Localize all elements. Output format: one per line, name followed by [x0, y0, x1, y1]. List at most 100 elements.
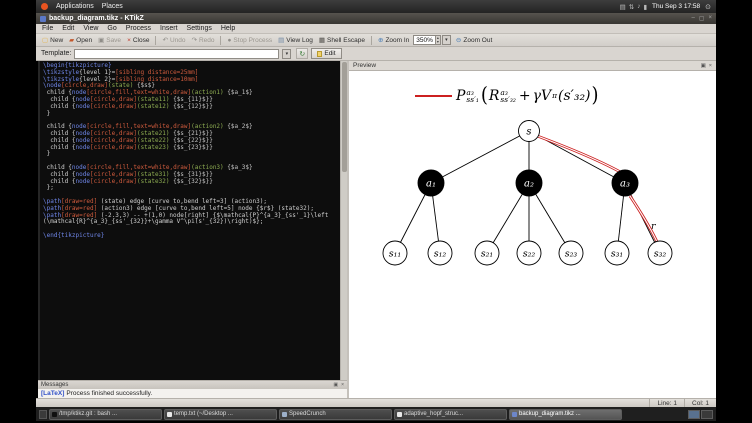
maximize-button[interactable]: ▢	[699, 15, 705, 22]
menu-process[interactable]: Process	[126, 25, 151, 32]
zoom-spinner[interactable]: ▴ ▾	[434, 36, 440, 44]
messages-float-icon[interactable]: ▣	[333, 382, 338, 388]
code-line: \path[draw=red] (-2.3,3) -- +(1,0) node[…	[43, 211, 329, 226]
shell-escape-button[interactable]: ▦ Shell Escape	[316, 35, 368, 46]
stop-process-button: ● Stop Process	[224, 35, 275, 46]
zoom-out-button[interactable]: ⊖ Zoom Out	[453, 35, 495, 46]
messages-close-icon[interactable]: ×	[341, 382, 344, 388]
status-col: Col: 1	[684, 399, 716, 407]
menu-insert[interactable]: Insert	[160, 25, 178, 32]
menu-settings[interactable]: Settings	[187, 25, 212, 32]
tray-icons: ▤ ⇅ ♪ ▮	[617, 3, 647, 11]
close-button[interactable]: × Close	[124, 35, 152, 46]
code-editor[interactable]: \begin{tikzpicture} \tikzstyle{level 1}=[…	[38, 61, 347, 380]
toolbar-separator	[155, 35, 157, 45]
code-line: }	[43, 150, 51, 158]
open-button[interactable]: ▰ Open	[66, 35, 95, 46]
mail-icon[interactable]: ▤	[620, 3, 626, 11]
template-row: Template: ▾ ↻ Edit	[36, 47, 716, 61]
show-desktop-button[interactable]	[39, 409, 47, 419]
stop-process-icon: ●	[227, 36, 232, 44]
spin-down-icon[interactable]: ▾	[436, 40, 440, 44]
taskbar-item[interactable]: temp.txt (~/Desktop ...	[164, 408, 277, 420]
toolbar-separator	[220, 35, 222, 45]
code-line: \end{tikzpicture}	[43, 231, 105, 239]
menu-go[interactable]: Go	[107, 25, 116, 32]
save-icon: ▣	[98, 37, 105, 44]
taskbar-item[interactable]: SpeedCrunch	[279, 408, 392, 420]
ubuntu-logo-icon[interactable]	[41, 3, 48, 10]
menu-file[interactable]: File	[42, 25, 53, 32]
view-log-button[interactable]: ▤ View Log	[275, 35, 316, 46]
taskbar-item-label: temp.txt (~/Desktop ...	[174, 411, 233, 417]
menu-edit[interactable]: Edit	[62, 25, 74, 32]
label-r: r	[651, 221, 657, 232]
minimize-button[interactable]: –	[691, 15, 694, 22]
zoom-in-label: Zoom In	[385, 36, 410, 44]
label-s11: s₁₁	[389, 249, 402, 260]
zoom-dropdown-button[interactable]: ▾	[441, 35, 451, 45]
close-dock-icon[interactable]: ×	[709, 63, 712, 69]
taskbar-item[interactable]: /tmp/ktikz.git : bash ...	[49, 408, 162, 420]
tree-edge	[430, 130, 530, 184]
code-line: child {node[circle,draw](state32) {$s_{3…	[43, 177, 213, 185]
messages-latex-tag: [LaTeX]	[41, 390, 65, 397]
menu-view[interactable]: View	[83, 25, 98, 32]
workspace-2[interactable]	[701, 409, 713, 419]
battery-icon[interactable]: ▮	[643, 3, 647, 11]
shell-escape-icon: ▦	[318, 37, 326, 44]
toolbar-button-label: View Log	[286, 36, 313, 44]
main-toolbar: ▢ New ▰ Open ▣ Save × Close ↶ Undo ↷ Redo ● Stop Proc…	[36, 34, 716, 47]
toolbar-button-label: Redo	[198, 36, 215, 44]
edit-button-label: Edit	[324, 50, 336, 57]
gnome-top-panel: Applications Places ▤ ⇅ ♪ ▮ Thu Sep 3 17:58…	[36, 0, 716, 13]
template-combobox[interactable]	[74, 48, 280, 59]
template-label: Template:	[41, 50, 72, 57]
editor-scrollbar[interactable]	[340, 61, 347, 380]
editor-code[interactable]: \begin{tikzpicture} \tikzstyle{level 1}=[…	[40, 61, 347, 240]
template-dropdown-button[interactable]: ▾	[282, 48, 292, 59]
volume-icon[interactable]: ♪	[637, 3, 640, 10]
template-refresh-button[interactable]: ↻	[296, 48, 309, 59]
power-icon[interactable]: ⊙	[705, 3, 711, 11]
status-bar: Line: 1 Col: 1	[36, 398, 716, 407]
label-s23: s₂₃	[565, 249, 578, 260]
menu-help[interactable]: Help	[221, 25, 235, 32]
places-menu[interactable]: Places	[102, 3, 123, 10]
taskbar-item[interactable]: backup_diagram.tikz ...	[509, 408, 622, 420]
preview-title: Preview	[353, 62, 377, 69]
code-line: };	[43, 184, 54, 192]
preview-header: Preview ▣ ×	[349, 61, 716, 71]
toolbar-button-label: Undo	[169, 36, 186, 44]
float-dock-icon[interactable]: ▣	[701, 63, 706, 69]
toolbar-buttons: ▢ New ▰ Open ▣ Save × Close ↶ Undo ↷ Redo ● Stop Proc…	[39, 34, 375, 46]
red-edge-s-a3	[531, 132, 625, 176]
workspace-1[interactable]	[688, 409, 700, 419]
close-window-button[interactable]: ×	[708, 15, 712, 22]
taskbar-item-icon	[282, 411, 287, 417]
label-s22: s₂₂	[523, 249, 536, 260]
zoom-level-combo[interactable]: 350% ▴ ▾	[413, 35, 441, 45]
taskbar-item-icon	[512, 411, 517, 417]
applications-menu[interactable]: Applications	[56, 3, 94, 10]
clock[interactable]: Thu Sep 3 17:58	[652, 3, 700, 10]
toolbar-button-label: Close	[132, 36, 150, 44]
zoom-in-icon: ⊕	[377, 37, 384, 44]
preview-diagram: s a₁ a₂ a₃ s₁₁ s₁₂ s₂₁ s₂₂ s₂₃ s₃₁ s₃₂ r	[382, 120, 673, 266]
code-line: child {node[circle,draw](state23) {$s_{2…	[43, 143, 213, 151]
window-title: backup_diagram.tikz - KTikZ	[49, 15, 144, 22]
new-button[interactable]: ▢ New	[39, 35, 66, 46]
taskbar-item[interactable]: adaptive_hopf_struc...	[394, 408, 507, 420]
bottom-taskbar: /tmp/ktikz.git : bash ... temp.txt (~/Des…	[36, 407, 716, 421]
code-line: }	[43, 109, 51, 117]
toolbar-button-label: New	[50, 36, 64, 44]
template-edit-button[interactable]: Edit	[311, 48, 342, 59]
taskbar-items: /tmp/ktikz.git : bash ... temp.txt (~/Des…	[49, 408, 622, 420]
window-titlebar[interactable]: backup_diagram.tikz - KTikZ – ▢ ×	[36, 13, 716, 24]
taskbar-item-icon	[52, 411, 57, 417]
messages-header[interactable]: Messages ▣ ×	[38, 380, 347, 389]
menu-bar: File Edit View Go Process Insert Setting…	[36, 24, 716, 34]
network-icon[interactable]: ⇅	[629, 3, 634, 11]
zoom-in-button[interactable]: ⊕ Zoom In	[375, 35, 412, 46]
messages-text: Process finished successfully.	[66, 390, 153, 397]
